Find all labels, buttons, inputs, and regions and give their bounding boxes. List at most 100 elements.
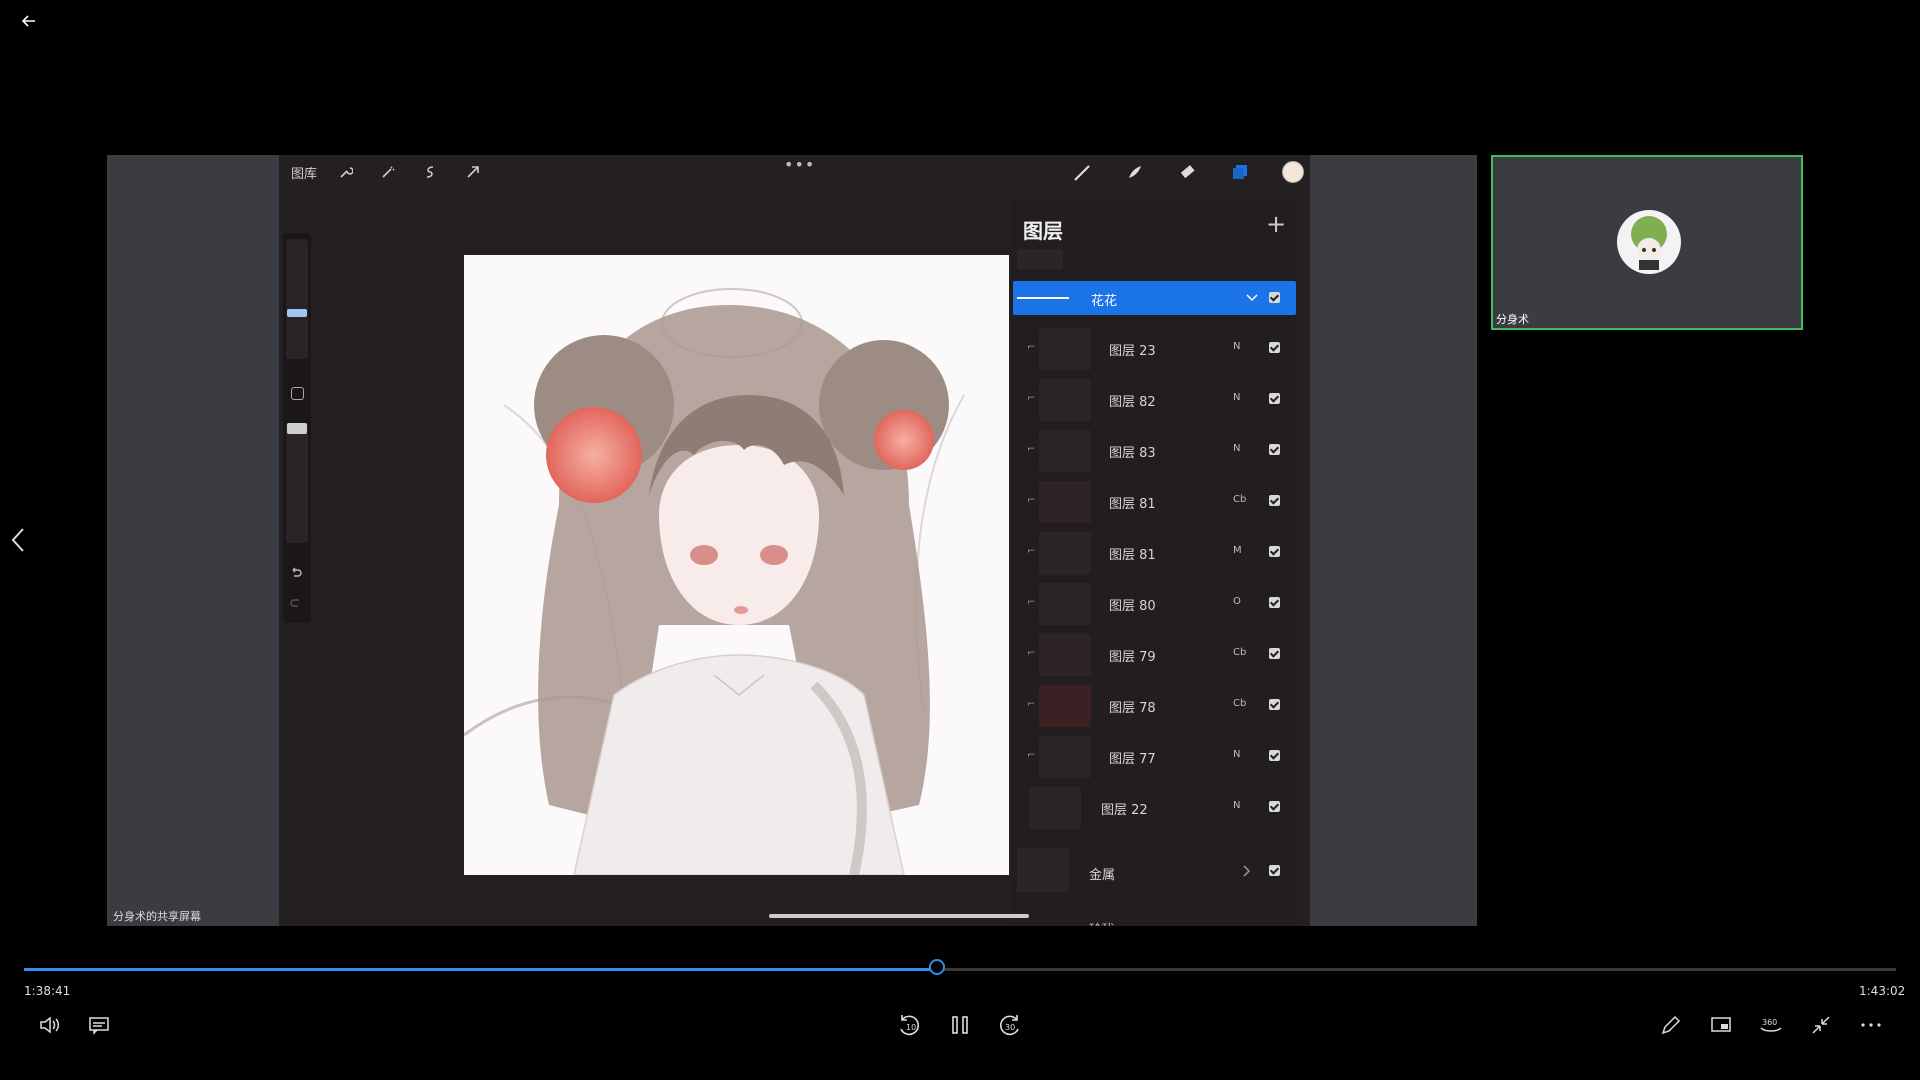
home-indicator <box>769 914 1029 918</box>
magic-wand-icon[interactable] <box>377 161 399 183</box>
group-thumbnail-line <box>1017 297 1069 299</box>
layer-row[interactable]: ⌐ 图层 79 Cb <box>1011 630 1298 680</box>
clipping-mask-icon: ⌐ <box>1027 648 1036 659</box>
participant-name: 分身术 <box>1496 313 1529 326</box>
visibility-checkbox[interactable] <box>1269 444 1280 455</box>
layer-row[interactable]: ⌐ 图层 80 O <box>1011 579 1298 629</box>
more-dots[interactable]: ••• <box>784 155 815 174</box>
pause-button[interactable] <box>942 1007 978 1043</box>
layer-name: 图层 81 <box>1109 497 1156 512</box>
edit-button[interactable] <box>1653 1007 1689 1043</box>
wrench-icon[interactable] <box>335 161 357 183</box>
brush-size-handle[interactable] <box>287 309 307 317</box>
skip-forward-button[interactable]: 30 <box>992 1007 1028 1043</box>
previous-arrow-button[interactable] <box>4 523 32 557</box>
brush-icon[interactable] <box>1072 161 1094 183</box>
clipping-mask-icon: ⌐ <box>1027 699 1036 710</box>
visibility-checkbox[interactable] <box>1269 292 1280 303</box>
visibility-checkbox[interactable] <box>1269 597 1280 608</box>
captions-icon <box>89 1017 109 1035</box>
layer-thumbnail[interactable] <box>1017 249 1063 269</box>
collapse-icon <box>1812 1016 1830 1034</box>
visibility-checkbox[interactable] <box>1269 546 1280 557</box>
layer-row[interactable]: ⌐ 图层 23 N <box>1011 324 1298 374</box>
blend-mode[interactable]: N <box>1233 392 1240 403</box>
layer-row[interactable]: ⌐ 图层 77 N <box>1011 732 1298 782</box>
redo-icon[interactable] <box>289 595 303 614</box>
clipping-mask-icon: ⌐ <box>1027 597 1036 608</box>
drawing-canvas[interactable] <box>464 255 1009 875</box>
360-view-button[interactable]: 360 <box>1753 1007 1789 1043</box>
progress-bar[interactable] <box>24 959 1896 975</box>
color-swatch-icon[interactable] <box>1282 161 1304 183</box>
progress-thumb[interactable] <box>928 959 945 975</box>
transform-arrow-icon[interactable] <box>462 161 484 183</box>
blend-mode[interactable]: N <box>1233 341 1240 352</box>
chevron-down-icon[interactable] <box>1245 289 1259 308</box>
visibility-checkbox[interactable] <box>1269 801 1280 812</box>
blend-mode[interactable]: M <box>1233 545 1242 556</box>
avatar-image <box>1631 216 1667 270</box>
layers-title: 图层 <box>1023 219 1063 243</box>
visibility-checkbox[interactable] <box>1269 750 1280 761</box>
visibility-checkbox[interactable] <box>1269 699 1280 710</box>
blend-mode[interactable]: Cb <box>1233 494 1246 505</box>
procreate-toolbar: 图库 ••• <box>279 155 1310 189</box>
layer-name: 图层 82 <box>1109 395 1156 410</box>
total-time: 1:43:02 <box>1859 984 1906 998</box>
blend-mode[interactable]: N <box>1233 749 1240 760</box>
eraser-icon[interactable] <box>1177 161 1199 183</box>
blend-mode[interactable]: N <box>1233 800 1240 811</box>
layer-row[interactable]: ⌐ 图层 78 Cb <box>1011 681 1298 731</box>
blend-mode[interactable]: N <box>1233 443 1240 454</box>
blend-mode[interactable]: O <box>1233 596 1241 607</box>
group-name: 玲珑 <box>1089 919 1115 926</box>
layer-name: 图层 77 <box>1109 752 1156 767</box>
opacity-handle[interactable] <box>287 423 307 434</box>
undo-icon[interactable] <box>289 565 303 584</box>
avatar <box>1617 210 1681 274</box>
layer-thumbnail <box>1017 848 1069 892</box>
layer-group-flower[interactable]: 花花 <box>1013 281 1296 315</box>
svg-text:10: 10 <box>906 1023 916 1032</box>
current-time: 1:38:41 <box>24 984 71 998</box>
visibility-checkbox[interactable] <box>1269 393 1280 404</box>
layers-icon[interactable] <box>1229 161 1251 183</box>
speaker-icon <box>40 1016 59 1034</box>
layer-group-partial[interactable]: 玲珑 <box>1011 905 1298 926</box>
mini-player-button[interactable] <box>1703 1007 1739 1043</box>
opacity-slider[interactable] <box>286 423 308 543</box>
clipping-mask-icon: ⌐ <box>1027 342 1036 353</box>
visibility-checkbox[interactable] <box>1269 865 1280 876</box>
layer-thumbnail <box>1039 481 1091 523</box>
more-options-button[interactable] <box>1853 1007 1889 1043</box>
subtitles-button[interactable] <box>81 1007 117 1043</box>
exit-fullscreen-button[interactable] <box>1803 1007 1839 1043</box>
clipping-mask-icon: ⌐ <box>1027 546 1036 557</box>
blend-mode[interactable]: Cb <box>1233 698 1246 709</box>
group-name: 金属 <box>1089 868 1116 883</box>
selection-icon[interactable] <box>419 161 441 183</box>
layer-row[interactable]: ⌐ 图层 83 N <box>1011 426 1298 476</box>
smudge-icon[interactable] <box>1124 161 1146 183</box>
layer-group-metal[interactable]: 金属 <box>1011 848 1298 898</box>
visibility-checkbox[interactable] <box>1269 495 1280 506</box>
volume-button[interactable] <box>31 1007 67 1043</box>
layer-row[interactable]: ⌐ 图层 81 Cb <box>1011 477 1298 527</box>
gallery-button[interactable]: 图库 <box>291 163 317 182</box>
modify-button[interactable] <box>291 387 304 400</box>
add-layer-button[interactable]: + <box>1261 209 1291 239</box>
visibility-checkbox[interactable] <box>1269 342 1280 353</box>
brush-size-slider[interactable] <box>286 239 308 359</box>
layer-name: 图层 83 <box>1109 446 1156 461</box>
layer-row[interactable]: ⌐ 图层 82 N <box>1011 375 1298 425</box>
back-button[interactable] <box>12 6 46 36</box>
participant-tile[interactable]: 分身术 <box>1491 155 1803 330</box>
chevron-right-icon[interactable] <box>1239 863 1253 882</box>
visibility-checkbox[interactable] <box>1269 648 1280 659</box>
blend-mode[interactable]: Cb <box>1233 647 1246 658</box>
layer-row[interactable]: 图层 22 N <box>1011 783 1298 833</box>
layer-row[interactable]: ⌐ 图层 81 M <box>1011 528 1298 578</box>
skip-back-button[interactable]: 10 <box>891 1007 927 1043</box>
brush-sidebar <box>283 233 311 623</box>
